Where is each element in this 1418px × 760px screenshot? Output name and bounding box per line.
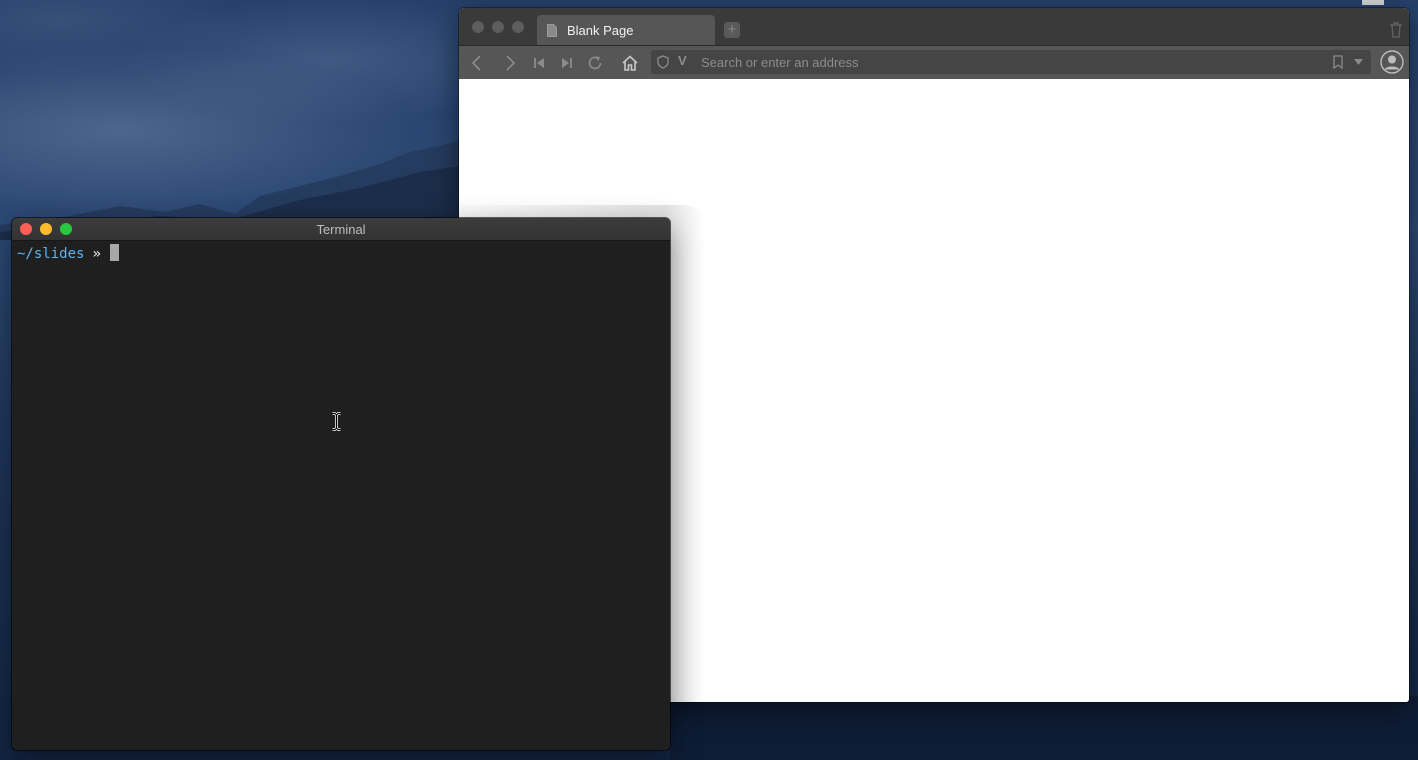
- reload-icon[interactable]: [586, 54, 604, 72]
- address-input[interactable]: [701, 50, 1301, 74]
- menu-extra-icon: [1362, 0, 1384, 5]
- ibeam-cursor-icon: [332, 412, 341, 431]
- terminal-title: Terminal: [316, 222, 366, 237]
- tab-blank-page[interactable]: Blank Page: [537, 15, 715, 45]
- terminal-content[interactable]: ~/slides »: [12, 241, 670, 750]
- trash-icon[interactable]: [1389, 22, 1403, 38]
- chevron-down-icon[interactable]: [1354, 59, 1363, 65]
- address-bar[interactable]: V: [651, 50, 1371, 74]
- browser-titlebar: Blank Page +: [459, 8, 1409, 46]
- forward-icon[interactable]: [501, 54, 519, 72]
- browser-close-button[interactable]: [472, 21, 484, 33]
- bookmark-icon[interactable]: [1333, 55, 1343, 69]
- profile-avatar-icon[interactable]: [1380, 50, 1404, 74]
- text-cursor: [109, 244, 119, 261]
- terminal-window: Terminal ~/slides »: [12, 218, 670, 750]
- terminal-titlebar[interactable]: Terminal: [12, 218, 670, 241]
- prompt-path: ~/slides: [17, 246, 85, 262]
- home-icon[interactable]: [621, 54, 639, 72]
- prompt-symbol: »: [92, 246, 101, 262]
- browser-toolbar: V: [459, 46, 1409, 79]
- back-icon[interactable]: [468, 54, 486, 72]
- tab-title: Blank Page: [567, 23, 634, 38]
- new-tab-button[interactable]: +: [724, 22, 740, 38]
- shield-icon[interactable]: [657, 55, 669, 69]
- rewind-icon[interactable]: [531, 54, 549, 72]
- page-icon: [547, 24, 557, 37]
- vivaldi-v-icon[interactable]: V: [678, 53, 687, 68]
- browser-minimize-button[interactable]: [492, 21, 504, 33]
- fast-forward-icon[interactable]: [557, 54, 575, 72]
- browser-zoom-button[interactable]: [512, 21, 524, 33]
